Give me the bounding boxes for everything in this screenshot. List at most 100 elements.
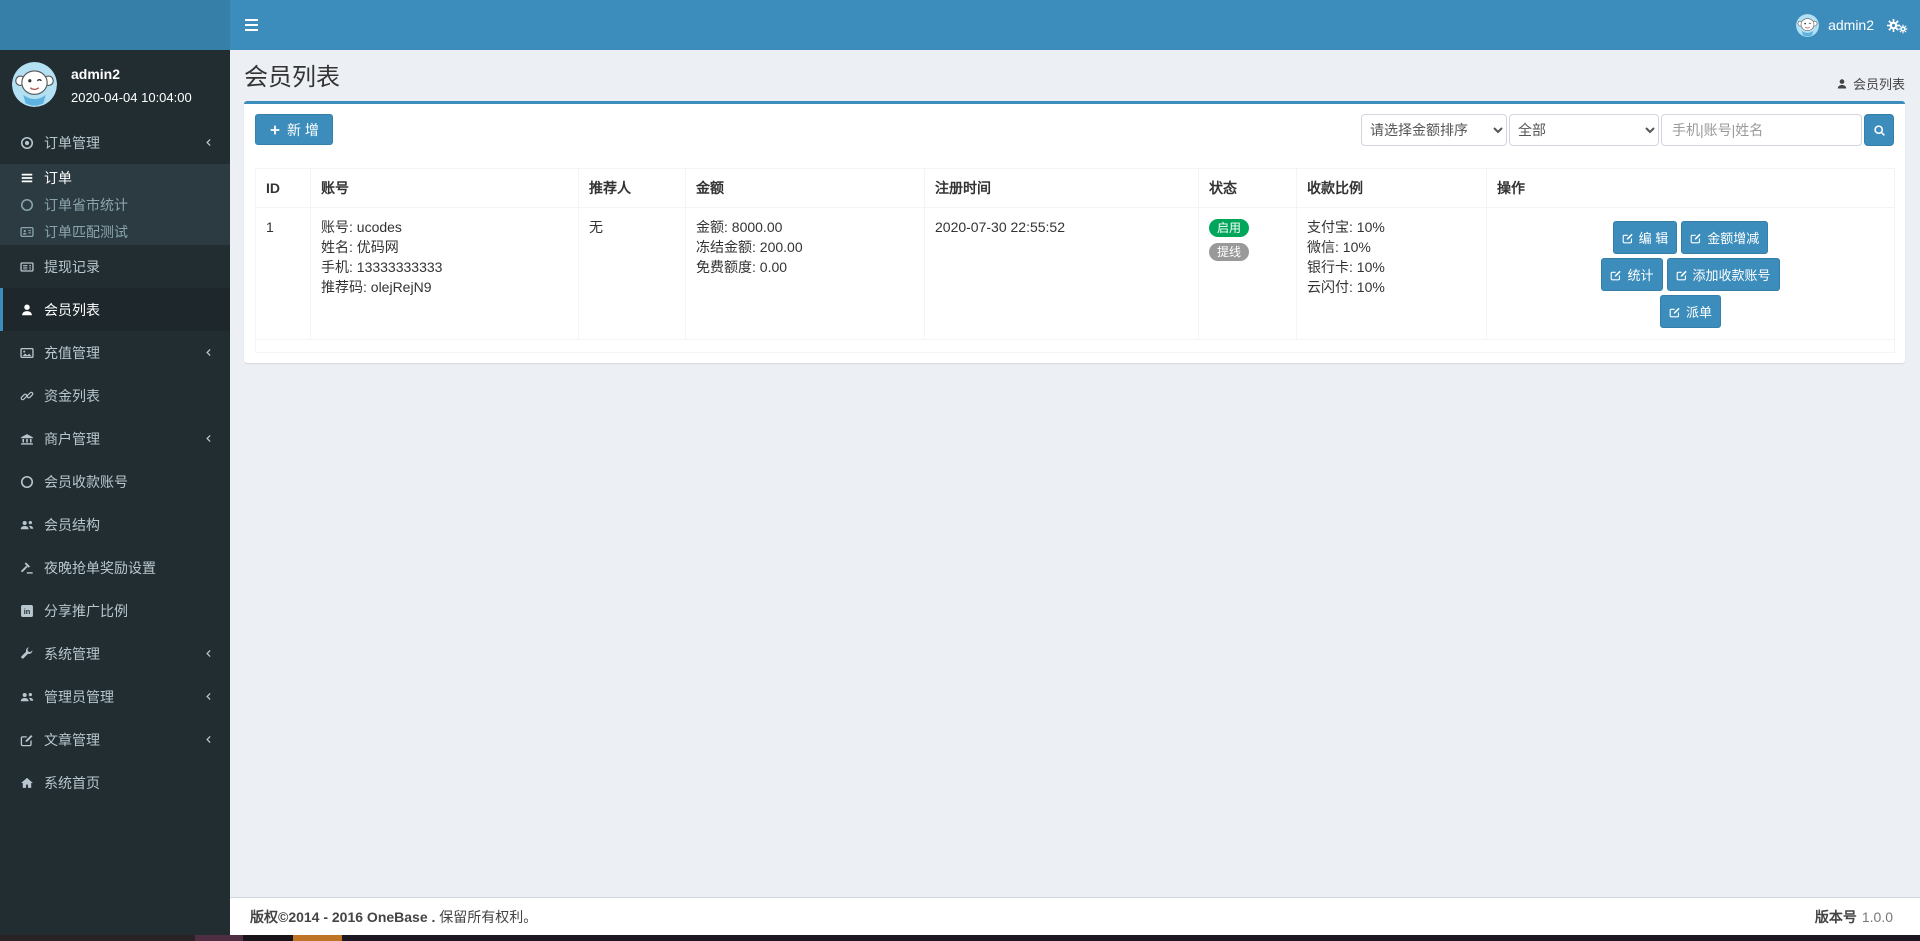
sidebar-item-label: 系统管理 (44, 644, 100, 664)
sidebar-menu: 订单管理订单订单省市统计订单匹配测试提现记录会员列表充值管理资金列表商户管理会员… (0, 121, 230, 804)
sidebar-item-label: 分享推广比例 (44, 601, 128, 621)
chevron-left-icon (203, 648, 214, 659)
version: 版本号1.0.0 (1815, 907, 1893, 927)
sidebar-item-label: 订单管理 (44, 133, 100, 153)
cell-register_time: 2020-07-30 22:55:52 (925, 208, 1199, 340)
link-icon (20, 389, 34, 403)
bars-icon (20, 171, 34, 185)
user-icon (1836, 78, 1848, 90)
sidebar-item-merchant-management[interactable]: 商户管理 (0, 417, 230, 460)
amount-sort-select[interactable]: 请选择金额排序 (1361, 114, 1507, 146)
taskbar-strip-segment (195, 935, 243, 941)
table-header-row: ID账号推荐人金额注册时间状态收款比例操作 (256, 169, 1895, 208)
edit-icon (1676, 269, 1688, 281)
sidebar-item-label: 提现记录 (44, 257, 100, 277)
sidebar-item-label: 管理员管理 (44, 687, 114, 707)
filter-select[interactable]: 全部 (1509, 114, 1659, 146)
sidebar-item-article-management[interactable]: 文章管理 (0, 718, 230, 761)
sidebar-item-funds-list[interactable]: 资金列表 (0, 374, 230, 417)
edit-icon (1690, 232, 1702, 244)
image-icon (20, 346, 34, 360)
sidebar-username: admin2 (71, 66, 192, 82)
column-header-amount: 金额 (686, 169, 925, 208)
sidebar-item-order-management[interactable]: 订单管理 (0, 121, 230, 164)
sidebar-item-member-payment-accounts[interactable]: 会员收款账号 (0, 460, 230, 503)
copyright: 版权©2014 - 2016 OneBase . 保留所有权利。 (250, 907, 537, 927)
circle-o-icon (20, 198, 34, 212)
sidebar: admin2 2020-04-04 10:04:00 订单管理订单订单省市统计订… (0, 50, 230, 935)
cell-account: 账号: ucodes姓名: 优码网手机: 13333333333推荐码: ole… (311, 208, 579, 340)
action-amount-adjust-button[interactable]: 金额增减 (1681, 221, 1768, 254)
sidebar-item-label: 系统首页 (44, 773, 100, 793)
sidebar-item-system-home[interactable]: 系统首页 (0, 761, 230, 804)
sidebar-toggle-button[interactable] (245, 11, 273, 39)
column-header-actions: 操作 (1487, 169, 1895, 208)
top-navbar: admin2 (0, 0, 1920, 50)
cell-status: 启用提线 (1199, 208, 1297, 340)
sidebar-item-admin-management[interactable]: 管理员管理 (0, 675, 230, 718)
column-header-account: 账号 (311, 169, 579, 208)
column-header-status: 状态 (1199, 169, 1297, 208)
sidebar-item-order-province-stats[interactable]: 订单省市统计 (0, 191, 230, 218)
filters: 请选择金额排序 全部 (1361, 114, 1894, 146)
sidebar-item-label: 充值管理 (44, 343, 100, 363)
sidebar-item-withdraw-records[interactable]: 提现记录 (0, 245, 230, 288)
cell-actions: 编 辑金额增减统计添加收款账号派单 (1487, 208, 1895, 340)
chevron-left-icon (203, 137, 214, 148)
bank-icon (20, 432, 34, 446)
action-dispatch-button[interactable]: 派单 (1660, 295, 1721, 328)
sidebar-item-recharge-management[interactable]: 充值管理 (0, 331, 230, 374)
breadcrumb[interactable]: 会员列表 (1836, 74, 1905, 93)
edit-icon (20, 733, 34, 747)
taskbar-strip-segment (342, 935, 1920, 941)
chevron-left-icon (203, 433, 214, 444)
settings-gears-icon[interactable] (1886, 16, 1908, 34)
sidebar-item-label: 订单 (44, 168, 72, 188)
taskbar-strip-segment (0, 935, 195, 941)
plus-icon (269, 124, 281, 136)
sidebar-item-member-list[interactable]: 会员列表 (0, 288, 230, 331)
sidebar-item-member-structure[interactable]: 会员结构 (0, 503, 230, 546)
linkedin-icon (20, 604, 34, 618)
cell-amount: 金额: 8000.00冻结金额: 200.00免费额度: 0.00 (686, 208, 925, 340)
column-header-register_time: 注册时间 (925, 169, 1199, 208)
action-add-payment-account-button[interactable]: 添加收款账号 (1667, 258, 1780, 291)
members-table: ID账号推荐人金额注册时间状态收款比例操作 1账号: ucodes姓名: 优码网… (255, 168, 1895, 353)
search-input[interactable] (1661, 114, 1862, 146)
user-icon (20, 303, 34, 317)
column-header-referrer: 推荐人 (579, 169, 686, 208)
table-footer-row (256, 340, 1895, 353)
sidebar-item-night-order-reward-settings[interactable]: 夜晚抢单奖励设置 (0, 546, 230, 589)
navbar-username: admin2 (1828, 17, 1874, 33)
main-content: 会员列表 会员列表 新 增 请选择金额排序 全部 (230, 50, 1920, 897)
user-menu[interactable]: admin2 (1796, 14, 1874, 37)
user-avatar (1796, 14, 1819, 37)
search-button[interactable] (1864, 114, 1894, 146)
sidebar-item-label: 商户管理 (44, 429, 100, 449)
dot-circle-icon (20, 136, 34, 150)
sidebar-item-system-management[interactable]: 系统管理 (0, 632, 230, 675)
edit-icon (1669, 306, 1681, 318)
logo-area (0, 0, 230, 50)
navbar-main: admin2 (230, 0, 1920, 50)
breadcrumb-label: 会员列表 (1853, 74, 1905, 93)
add-button[interactable]: 新 增 (255, 114, 333, 145)
taskbar-strip-segment (243, 935, 293, 941)
cell-ratio: 支付宝: 10%微信: 10%银行卡: 10%云闪付: 10% (1297, 208, 1487, 340)
page-footer: 版权©2014 - 2016 OneBase . 保留所有权利。 版本号1.0.… (230, 897, 1920, 935)
action-edit-button[interactable]: 编 辑 (1613, 221, 1678, 254)
column-header-id: ID (256, 169, 311, 208)
sidebar-item-order[interactable]: 订单 (0, 164, 230, 191)
sidebar-item-label: 资金列表 (44, 386, 100, 406)
column-header-ratio: 收款比例 (1297, 169, 1487, 208)
taskbar-edge-strip (0, 935, 1920, 941)
sidebar-item-share-promotion-ratio[interactable]: 分享推广比例 (0, 589, 230, 632)
sidebar-item-order-match-test[interactable]: 订单匹配测试 (0, 218, 230, 245)
cell-referrer: 无 (579, 208, 686, 340)
status-badge-offline: 提线 (1209, 243, 1249, 261)
sidebar-user-panel: admin2 2020-04-04 10:04:00 (0, 50, 230, 117)
status-badge-enabled: 启用 (1209, 219, 1249, 237)
newspaper-icon (20, 260, 34, 274)
admin-app: admin2 admin2 2020-04-04 10:04:00 订单管理订单… (0, 0, 1920, 941)
action-stats-button[interactable]: 统计 (1601, 258, 1662, 291)
